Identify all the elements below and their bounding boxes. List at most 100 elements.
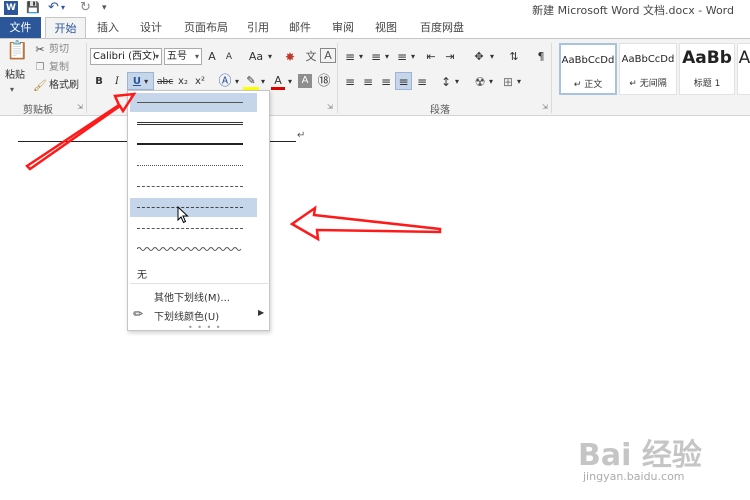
grow-font-button[interactable]: A (205, 48, 219, 66)
paste-icon[interactable]: 📋 (6, 42, 28, 65)
font-name-value: Calibri (西文) (93, 51, 156, 62)
italic-button[interactable]: I (110, 73, 124, 91)
borders-icon[interactable]: ⊞ (500, 73, 516, 91)
cut-icon[interactable]: ✂ (33, 42, 47, 58)
justify-icon[interactable]: ≡ (395, 72, 412, 90)
chevron-down-icon[interactable]: ▾ (409, 48, 417, 66)
clear-formatting-icon[interactable]: ✸ (282, 48, 298, 66)
underline-color-item[interactable]: ✏ 下划线颜色(U) ▶ (130, 305, 268, 324)
shrink-font-button[interactable]: A (222, 48, 236, 66)
underline-button[interactable]: U ▾ (127, 72, 154, 90)
distributed-icon[interactable]: ≡ (414, 73, 430, 91)
bold-button[interactable]: B (92, 73, 106, 91)
sort-icon[interactable]: ⇅ (506, 48, 522, 66)
watermark-logo: Bai 经验 (578, 438, 702, 473)
more-underlines-item[interactable]: 其他下划线(M)... (130, 286, 268, 305)
format-painter-button[interactable]: 格式刷 (49, 79, 79, 93)
paragraph-launcher-icon[interactable]: ⇲ (542, 103, 550, 111)
font-launcher-icon[interactable]: ⇲ (327, 103, 335, 111)
show-marks-icon[interactable]: ¶ (533, 48, 549, 66)
char-border-icon[interactable]: A (320, 48, 336, 63)
chevron-down-icon[interactable]: ▾ (383, 48, 391, 66)
format-painter-icon[interactable]: 🖌 (33, 78, 47, 94)
copy-button[interactable]: 复制 (49, 61, 69, 75)
line-spacing-icon[interactable]: ↕ (438, 73, 454, 91)
resize-grip-icon[interactable]: • • • • (188, 323, 222, 332)
customize-qa-icon[interactable]: ▾ (102, 1, 107, 15)
tab-design[interactable]: 设计 (131, 17, 171, 39)
align-left-icon[interactable]: ≡ (342, 73, 358, 91)
clipboard-group-label: 剪贴板 (23, 105, 53, 116)
font-color-icon[interactable]: A (271, 72, 285, 90)
underline-sample (137, 143, 243, 145)
tab-mailings[interactable]: 邮件 (280, 17, 320, 39)
chevron-down-icon[interactable]: ▾ (286, 73, 294, 91)
underline-option-dash-dot-dot[interactable] (130, 219, 257, 238)
underline-option-dotted[interactable] (130, 156, 257, 175)
style-no-spacing[interactable]: AaBbCcDd ↵ 无间隔 (619, 43, 677, 95)
tab-page-layout[interactable]: 页面布局 (177, 17, 235, 39)
tab-file[interactable]: 文件 (0, 17, 41, 39)
chevron-down-icon[interactable]: ▾ (266, 48, 274, 66)
tab-references[interactable]: 引用 (238, 17, 278, 39)
tab-review[interactable]: 审阅 (323, 17, 363, 39)
chevron-down-icon[interactable]: ▾ (233, 73, 241, 91)
chevron-down-icon[interactable]: ▾ (515, 73, 523, 91)
style-normal[interactable]: AaBbCcDd ↵ 正文 (559, 43, 617, 95)
underline-option-dash-dot[interactable] (130, 198, 257, 217)
chevron-down-icon[interactable]: ▾ (357, 48, 365, 66)
redo-icon[interactable]: ↻ (80, 1, 91, 15)
strikethrough-button[interactable]: abc (157, 73, 173, 91)
underline-option-double[interactable] (130, 114, 257, 133)
style-heading-1[interactable]: AaBb 标题 1 (679, 43, 735, 95)
underline-option-none[interactable]: 无 (130, 263, 257, 282)
char-shading-icon[interactable]: A (298, 74, 312, 88)
paste-button[interactable]: 粘贴 (5, 69, 25, 83)
align-right-icon[interactable]: ≡ (378, 73, 394, 91)
tab-insert[interactable]: 插入 (88, 17, 128, 39)
increase-indent-icon[interactable]: ⇥ (442, 48, 458, 66)
window-title: 新建 Microsoft Word 文档.docx - Word (532, 4, 734, 17)
numbering-icon[interactable]: ≡ (368, 48, 384, 66)
multilevel-list-icon[interactable]: ≡ (394, 48, 410, 66)
paste-dropdown-icon[interactable]: ▾ (10, 83, 14, 97)
phonetic-guide-icon[interactable]: 文 (303, 48, 319, 66)
underline-label: U (132, 76, 141, 87)
highlight-color-icon[interactable]: ✎ (243, 72, 259, 90)
undo-dropdown-icon[interactable]: ▾ (61, 1, 65, 15)
text-effects-icon[interactable]: Ⓐ (217, 73, 233, 91)
font-size-combo[interactable]: 五号 ▾ (164, 48, 202, 65)
decrease-indent-icon[interactable]: ⇤ (423, 48, 439, 66)
underline-dropdown-icon[interactable]: ▾ (144, 77, 148, 86)
bullets-icon[interactable]: ≡ (342, 48, 358, 66)
underline-option-wave[interactable] (130, 240, 257, 259)
underline-option-dashed[interactable] (130, 177, 257, 196)
tab-baidu-netdisk[interactable]: 百度网盘 (410, 17, 474, 39)
style-heading-2[interactable]: A (737, 43, 750, 95)
chevron-down-icon[interactable]: ▾ (487, 73, 495, 91)
paragraph-mark: ↵ (297, 130, 306, 141)
cut-button[interactable]: 剪切 (49, 43, 69, 57)
save-icon[interactable]: 💾 (26, 1, 40, 15)
align-center-icon[interactable]: ≡ (360, 73, 376, 91)
tab-home[interactable]: 开始 (45, 17, 86, 40)
chevron-down-icon[interactable]: ▾ (453, 73, 461, 91)
paragraph-group-label: 段落 (430, 105, 450, 116)
subscript-button[interactable]: x₂ (176, 73, 190, 91)
underline-option-single[interactable] (130, 93, 257, 112)
shading-icon[interactable]: ☢ (472, 73, 488, 91)
chinese-layout-icon[interactable]: ✥ (470, 48, 488, 66)
clipboard-launcher-icon[interactable]: ⇲ (77, 103, 85, 111)
chevron-down-icon[interactable]: ▾ (259, 73, 267, 91)
baidu-watermark: Bai 经验 jingyan.baidu.com (578, 430, 738, 490)
superscript-button[interactable]: x² (193, 73, 207, 91)
undo-icon[interactable]: ↶ (48, 1, 59, 15)
underline-option-thick[interactable] (130, 135, 257, 154)
chevron-down-icon[interactable]: ▾ (488, 48, 496, 66)
copy-icon[interactable]: ❐ (33, 60, 47, 76)
change-case-button[interactable]: Aa (246, 48, 266, 66)
tab-view[interactable]: 视图 (366, 17, 406, 39)
mouse-cursor-icon (177, 206, 189, 224)
font-name-combo[interactable]: Calibri (西文) ▾ (90, 48, 162, 65)
enclose-chars-icon[interactable]: ⑱ (316, 73, 332, 91)
